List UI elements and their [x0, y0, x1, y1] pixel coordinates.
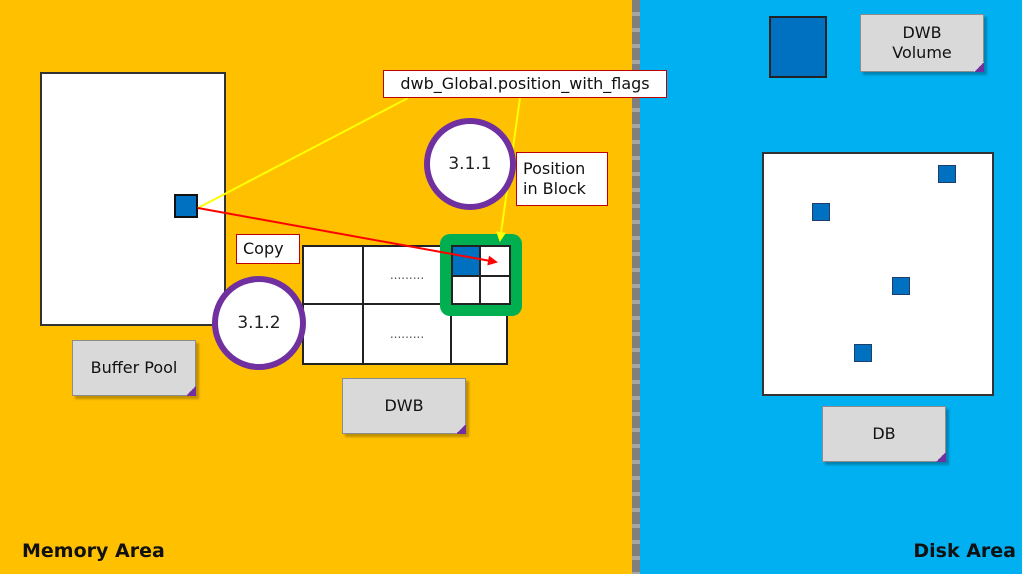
step-circle-3-1-1: 3.1.1: [424, 118, 516, 210]
copy-label: Copy: [236, 234, 300, 264]
db-page: [854, 344, 872, 362]
db-label: DB: [822, 406, 946, 462]
yellow-line-to-flags: [197, 97, 409, 209]
db-box: [762, 152, 994, 396]
db-page: [938, 165, 956, 183]
position-in-block-label: Position in Block: [516, 152, 608, 206]
position-in-block-line1: Position: [523, 159, 586, 178]
memory-area-title-text: Memory Area: [22, 540, 165, 562]
dwb-volume-line1: DWB: [902, 23, 942, 42]
disk-area-title: Disk Area: [870, 540, 1016, 566]
dwb-volume-label: DWB Volume: [860, 14, 984, 72]
position-with-flags-label: dwb_Global.position_with_flags: [383, 70, 667, 98]
copy-label-text: Copy: [243, 239, 284, 258]
step-circle-3-1-2: 3.1.2: [212, 276, 306, 370]
db-page: [892, 277, 910, 295]
position-with-flags-text: dwb_Global.position_with_flags: [400, 74, 650, 93]
db-label-text: DB: [872, 424, 896, 443]
disk-area-title-text: Disk Area: [913, 540, 1016, 562]
dwb-volume-line2: Volume: [892, 43, 952, 62]
db-page: [812, 203, 830, 221]
memory-area-title: Memory Area: [22, 540, 222, 566]
step-3-1-1-text: 3.1.1: [448, 154, 492, 174]
dwb-volume-icon: [769, 16, 827, 78]
position-in-block-line2: in Block: [523, 179, 586, 198]
step-3-1-2-text: 3.1.2: [237, 313, 281, 333]
diagram-stage: Buffer Pool ......... ......... DWB dwb_…: [0, 0, 1022, 574]
